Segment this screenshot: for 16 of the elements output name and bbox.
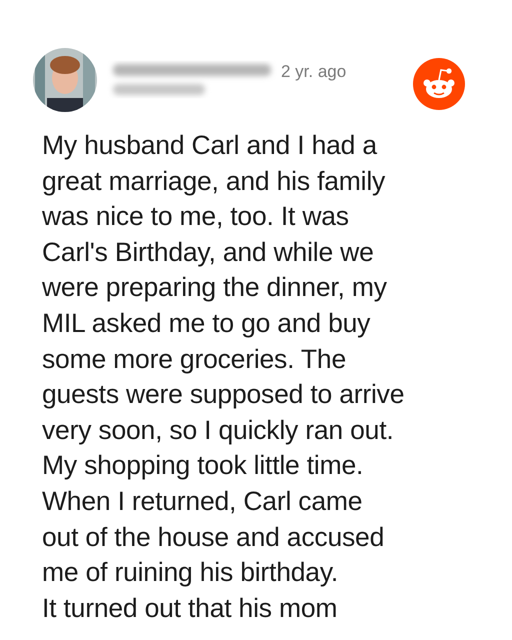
post-text-line: great marriage, and his family xyxy=(42,164,386,198)
post-time: 2 yr. ago xyxy=(281,62,346,82)
post-text-line: were preparing the dinner, my xyxy=(42,271,388,304)
post-text-line: was nice to me, too. It was xyxy=(42,200,350,234)
post-text-line: My shopping took little time. xyxy=(42,449,364,482)
post-text-line: very soon, so I quickly ran out. xyxy=(42,414,395,447)
post-text-line: When I returned, Carl came xyxy=(42,484,364,518)
post-text-line: My husband Carl and I had a xyxy=(42,129,378,162)
alien-logo-icon xyxy=(413,58,465,110)
post-text-line: It turned out that his mom xyxy=(42,592,338,625)
post-text-line: MIL asked me to go and buy xyxy=(42,306,372,340)
post-text-line: Carl's Birthday, and while we xyxy=(42,236,375,269)
post-text-line: guests were supposed to arrive xyxy=(42,378,406,412)
post-text-line: out of the house and accused xyxy=(42,520,386,554)
post-text-line: me of ruining his birthday. xyxy=(42,556,340,590)
post-text-line: some more groceries. The xyxy=(42,342,348,376)
